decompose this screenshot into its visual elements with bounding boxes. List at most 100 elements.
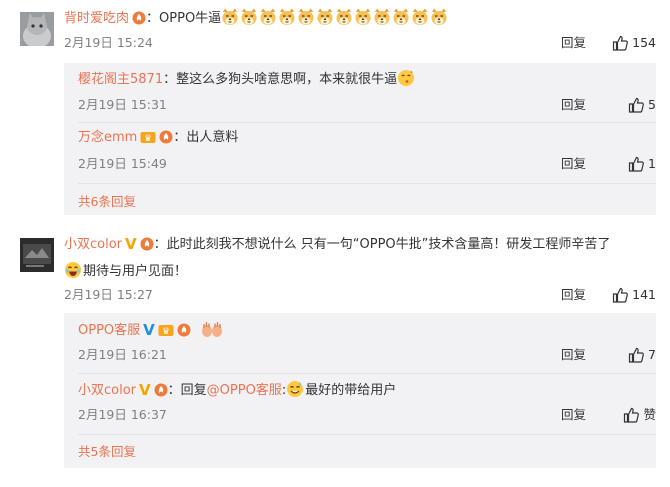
sweat-smile-emoji-icon [286,380,304,398]
username-link[interactable]: OPPO客服 [78,323,140,338]
dog-emoji-icon [241,8,257,25]
svg-text:♛: ♛ [144,134,152,144]
comment-meta: 2月19日 15:27 回复 141 [64,285,656,305]
fire-badge-icon [140,237,154,258]
svg-text:♛: ♛ [162,327,170,337]
timestamp: 2月19日 15:49 [78,156,167,171]
dog-emoji-icon [336,8,352,25]
dog-emoji-icon [393,8,409,25]
like-button[interactable]: 7 [628,345,656,365]
dog-emoji-icon [355,8,371,25]
username-link[interactable]: 小双color [64,237,122,252]
like-button[interactable]: 1 [628,154,656,174]
orange-v-badge: V [125,235,137,253]
more-replies-link[interactable]: 共5条回复 [78,441,136,460]
dog-emoji-icon [317,8,333,25]
reply-button[interactable]: 回复 [561,95,586,115]
reply-meta: 2月19日 15:31 回复 5 [78,95,656,115]
timestamp: 2月19日 16:21 [78,347,167,362]
thumbs-up-icon [628,347,644,363]
like-count: 1 [648,156,656,171]
separator: ： [173,130,187,145]
like-button[interactable]: 赞 [623,405,656,425]
comment-text-cont: 期待与用户见面！ [83,264,188,279]
mention-link[interactable]: @OPPO客服 [207,383,282,398]
laugh-emoji-icon [64,261,82,279]
separator: ： [153,237,167,252]
thumbs-up-icon [628,97,644,113]
thumbs-up-icon [628,156,644,172]
divider [78,122,656,123]
fire-badge-icon [132,11,146,32]
reply-item: 万念emm ♛ ：出人意料 [78,128,656,151]
separator: ： [167,383,181,398]
timestamp: 2月19日 15:24 [64,35,153,50]
comment-text: 此时此刻我不想说什么 只有一句“OPPO牛批”技术含量高！研发工程师辛苦了 [166,237,611,252]
divider [78,434,656,435]
divider [78,373,656,374]
dog-emoji-icon [298,8,314,25]
reply-item: 小双color V ：回复@OPPO客服: 最好的带给用户 [78,380,656,404]
username-link[interactable]: 小双color [78,383,136,398]
fire-badge-icon [177,323,191,344]
reply-meta: 2月19日 15:49 回复 1 [78,154,656,174]
reply-button[interactable]: 回复 [561,285,586,305]
dog-emoji-icon [260,8,276,25]
like-count: 141 [632,287,656,302]
reply-button[interactable]: 回复 [561,33,586,53]
dog-emoji-icon [431,8,447,25]
separator: ： [146,11,160,26]
dog-emoji-row [221,8,449,26]
comment-thread-1: 背时爱吃肉 ：OPPO牛逼 2月19日 15:24 回复 154 樱花阁主5871… [0,0,670,222]
member-badge-icon: ♛ [158,323,174,344]
comment-thread-2: 小双color V ：此时此刻我不想说什么 只有一句“OPPO牛批”技术含量高！研发… [0,222,670,487]
username-link[interactable]: 樱花阁主5871 [78,72,163,87]
reply-list: OPPO客服 V ♛ 2月19日 16:21 回复 7 小双color V ：回复@OP… [64,313,656,468]
like-count: 7 [648,347,656,362]
like-count: 154 [632,35,656,50]
username-link[interactable]: 万念emm [78,130,137,145]
dog-emoji-icon [374,8,390,25]
reply-meta: 2月19日 16:37 回复 赞 [78,405,656,425]
separator: ： [163,72,177,87]
reply-list: 樱花阁主5871：整这么多狗头啥意思啊，本来就很牛逼 2月19日 15:31 回… [64,63,656,215]
reply-text: 最好的带给用户 [305,383,397,398]
dog-emoji-icon [279,8,295,25]
comment-meta: 2月19日 15:24 回复 154 [64,33,656,53]
reply-button[interactable]: 回复 [561,345,586,365]
reply-prefix: 回复 [180,383,207,398]
reply-item: OPPO客服 V ♛ [78,320,656,344]
divider [78,183,656,184]
hands-emoji-icon [201,320,223,338]
thumbs-up-icon [613,35,629,51]
avatar[interactable] [20,238,54,272]
member-badge-icon: ♛ [140,130,156,151]
username-link[interactable]: 背时爱吃肉 [64,11,129,26]
timestamp: 2月19日 16:37 [78,407,167,422]
kiss-emoji-icon [397,69,415,87]
blue-v-badge: V [143,321,155,339]
dog-emoji-icon [412,8,428,25]
orange-v-badge: V [139,381,151,399]
thumbs-up-icon [624,407,640,423]
like-count: 5 [648,97,656,112]
reply-text: 出人意料 [186,130,239,145]
like-button[interactable]: 154 [612,33,656,53]
dog-emoji-icon [222,8,238,25]
more-replies-link[interactable]: 共6条回复 [78,191,136,210]
like-count: 赞 [643,407,656,422]
reply-button[interactable]: 回复 [561,154,586,174]
reply-button[interactable]: 回复 [561,405,586,425]
reply-text: 整这么多狗头啥意思啊，本来就很牛逼 [176,72,398,87]
thumbs-up-icon [613,287,629,303]
avatar[interactable] [20,12,54,46]
reply-item: 樱花阁主5871：整这么多狗头啥意思啊，本来就很牛逼 [78,69,656,90]
fire-badge-icon [159,130,173,151]
timestamp: 2月19日 15:27 [64,287,153,302]
reply-meta: 2月19日 16:21 回复 7 [78,345,656,365]
like-button[interactable]: 5 [628,95,656,115]
like-button[interactable]: 141 [612,285,656,305]
comment-text: OPPO牛逼 [159,11,222,26]
fire-badge-icon [154,383,168,404]
timestamp: 2月19日 15:31 [78,97,167,112]
